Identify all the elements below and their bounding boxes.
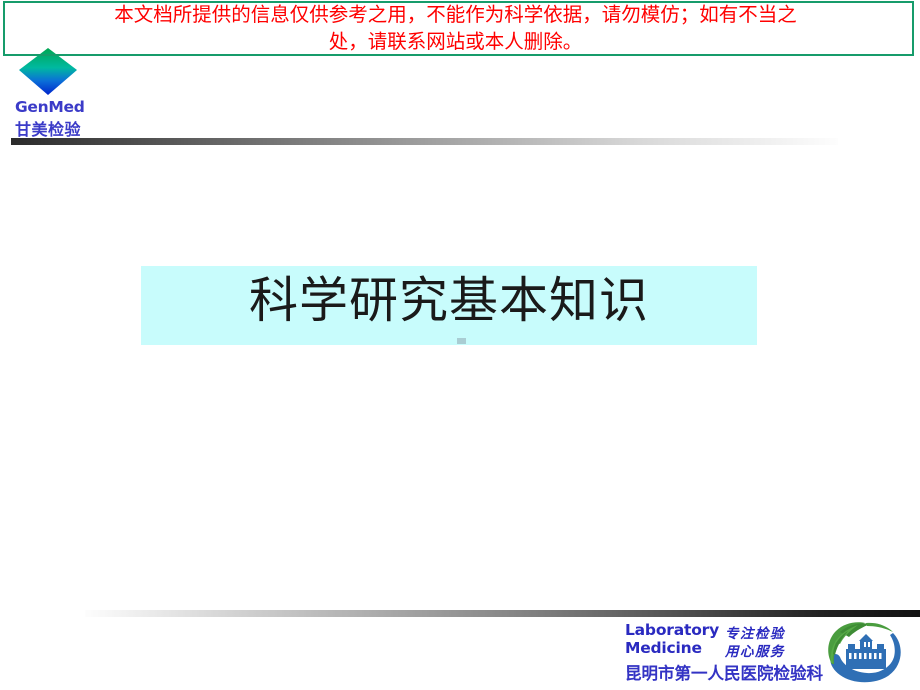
brand-english-name: GenMed (15, 98, 85, 116)
footer-lab-line2: Medicine (625, 639, 702, 657)
page-title: 科学研究基本知识 (248, 272, 649, 329)
presentation-slide: 本文档所提供的信息仅供参考之用，不能作为科学依据，请勿模仿；如有不当之 处，请联… (0, 0, 920, 690)
hospital-building-emblem-icon (828, 622, 901, 683)
footer-slogan-line2: 用心服务 (725, 644, 785, 660)
disclaimer-text: 本文档所提供的信息仅供参考之用，不能作为科学依据，请勿模仿；如有不当之 处，请联… (114, 3, 797, 53)
title-anchor-marker (457, 338, 466, 344)
brand-logo: GenMed 甘美检验 (8, 48, 138, 139)
footer-slogan-line1: 专注检验 (725, 626, 785, 642)
footer-department-name: 昆明市第一人民医院检验科 (625, 664, 823, 683)
brand-chinese-name: 甘美检验 (15, 120, 82, 139)
footer-lab-line1: Laboratory (625, 621, 719, 639)
header-divider (11, 138, 838, 145)
title-highlight-box: 科学研究基本知识 (141, 266, 757, 345)
footer-divider (85, 610, 920, 617)
